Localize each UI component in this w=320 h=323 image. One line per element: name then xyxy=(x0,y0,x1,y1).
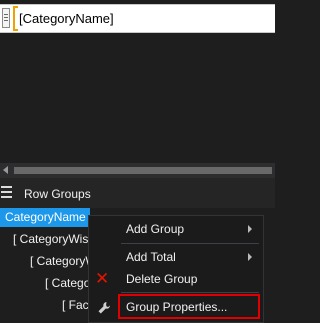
menu-item-delete-group[interactable]: ✕ Delete Group xyxy=(89,268,263,290)
scroll-left-icon[interactable] xyxy=(3,166,8,174)
group-item-categoryw[interactable]: [ CategoryW xyxy=(30,252,97,271)
group-item-label: [ CategoryW xyxy=(30,254,97,268)
wrench-icon xyxy=(98,302,110,314)
submenu-arrow-icon xyxy=(248,253,252,261)
group-item-catego[interactable]: [ Catego xyxy=(45,274,90,293)
cell-selection-border xyxy=(13,6,18,31)
group-item-label: [ Catego xyxy=(45,276,91,290)
menu-item-add-total[interactable]: Add Total xyxy=(89,246,263,268)
menu-item-add-group[interactable]: Add Group xyxy=(89,218,263,240)
cell-category-name[interactable]: [CategoryName] xyxy=(19,11,114,26)
scrollbar-thumb[interactable] xyxy=(14,167,272,174)
menu-item-label: Add Group xyxy=(126,222,185,236)
report-textbox[interactable]: [CategoryName] xyxy=(0,4,275,33)
menu-separator xyxy=(121,292,259,293)
report-designer-surface: [CategoryName] xyxy=(0,0,275,163)
menu-item-label: Delete Group xyxy=(126,272,198,286)
submenu-arrow-icon xyxy=(248,225,252,233)
menu-item-label: Add Total xyxy=(126,250,176,264)
row-groups-header: Row Groups xyxy=(0,178,275,208)
row-groups-title: Row Groups xyxy=(24,187,91,201)
row-handle-icon[interactable] xyxy=(2,8,10,28)
delete-x-icon: ✕ xyxy=(95,269,110,288)
row-groups-icon xyxy=(1,186,12,198)
horizontal-scrollbar[interactable] xyxy=(0,163,275,178)
group-item-label: CategoryName xyxy=(5,210,86,224)
group-properties-highlight xyxy=(118,294,260,319)
group-item-categorywise[interactable]: [ CategoryWise xyxy=(13,230,95,249)
menu-separator xyxy=(121,243,259,244)
group-item-categoryname[interactable]: CategoryName xyxy=(0,208,90,227)
group-item-label: [ CategoryWise xyxy=(13,232,96,246)
